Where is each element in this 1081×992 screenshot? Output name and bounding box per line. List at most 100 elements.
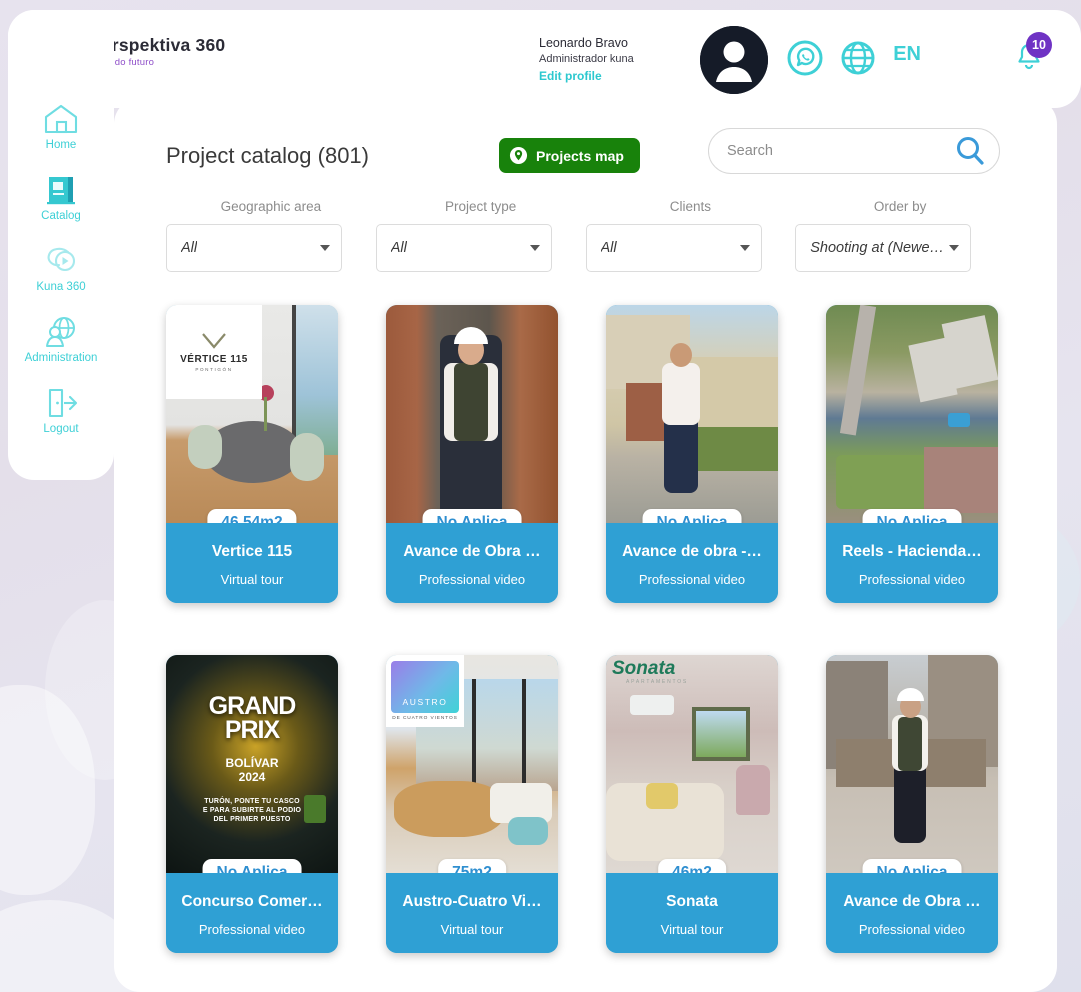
chevron-down-icon: [529, 245, 540, 251]
filter-project-type: Project type All: [375, 199, 586, 272]
card-footer: Reels - Hacienda… Professional video: [826, 523, 998, 603]
sidebar-item-label: Kuna 360: [36, 281, 86, 293]
chevron-down-icon: [949, 245, 960, 251]
project-card[interactable]: GRAND PRIX BOLÍVAR 2024 TURÓN, PONTE TU …: [166, 655, 338, 953]
sidebar-item-administration[interactable]: Administration: [8, 315, 114, 364]
projects-map-label: Projects map: [536, 147, 624, 164]
card-badge: 75m2: [438, 859, 506, 873]
card-thumbnail: VÉRTICE 115 PONTIGÓN 46.54m2: [166, 305, 338, 523]
filter-label: Clients: [669, 199, 711, 214]
card-badge: No Aplica: [202, 859, 302, 873]
search-box[interactable]: [708, 128, 1000, 174]
filter-value: All: [181, 240, 198, 256]
sidebar-item-kuna360[interactable]: Kuna 360: [8, 244, 114, 293]
filter-geographic-area: Geographic area All: [166, 199, 376, 272]
sidebar-item-catalog[interactable]: Catalog: [8, 173, 114, 222]
card-title: Reels - Hacienda…: [842, 543, 982, 560]
project-card[interactable]: AUSTRO DE CUATRO VIENTOS 75m2 Austro-Cua…: [386, 655, 558, 953]
card-footer: Avance de Obra … Professional video: [386, 523, 558, 603]
whatsapp-button[interactable]: [787, 40, 823, 81]
thumbnail-image: [606, 305, 778, 523]
card-subtitle: Virtual tour: [660, 922, 724, 937]
card-title: Avance de obra -…: [622, 543, 762, 560]
search-icon[interactable]: [953, 134, 987, 168]
logout-door-icon: [48, 388, 78, 418]
filter-label: Order by: [873, 199, 927, 214]
card-thumbnail: AUSTRO DE CUATRO VIENTOS 75m2: [386, 655, 558, 873]
filter-select[interactable]: All: [166, 224, 342, 272]
card-footer: Avance de Obra … Professional video: [826, 873, 998, 953]
card-badge: No Aplica: [422, 509, 522, 523]
poster-line-2: PRIX: [224, 715, 280, 744]
project-card[interactable]: No Aplica Avance de obra -… Professional…: [606, 305, 778, 603]
sidebar-item-logout[interactable]: Logout: [8, 386, 114, 435]
project-logo-subtext: APARTAMENTOS: [626, 679, 689, 685]
card-footer: Vertice 115 Virtual tour: [166, 523, 338, 603]
project-card[interactable]: No Aplica Avance de Obra … Professional …: [386, 305, 558, 603]
card-badge: 46m2: [658, 859, 726, 873]
filter-bar: Geographic area All Project type All Cli…: [166, 199, 1005, 272]
sidebar-item-label: Administration: [24, 352, 98, 364]
card-subtitle: Virtual tour: [440, 922, 504, 937]
thumbnail-image: GRAND PRIX BOLÍVAR 2024 TURÓN, PONTE TU …: [166, 655, 338, 873]
filter-clients: Clients All: [585, 199, 796, 272]
app-header: Perspektiva 360 creando futuro Leonardo …: [8, 10, 1081, 108]
card-subtitle: Professional video: [198, 922, 306, 937]
project-logo-text: VÉRTICE 115: [180, 354, 248, 365]
filter-select[interactable]: Shooting at (Newe…: [795, 224, 972, 272]
card-badge: No Aplica: [642, 509, 742, 523]
sidebar-item-label: Home: [45, 139, 77, 151]
card-badge: No Aplica: [862, 859, 962, 873]
project-grid: VÉRTICE 115 PONTIGÓN 46.54m2 Vertice 115…: [166, 305, 1005, 953]
card-footer: Sonata Virtual tour: [606, 873, 778, 953]
card-subtitle: Virtual tour: [220, 572, 284, 587]
edit-profile-link[interactable]: Edit profile: [539, 67, 689, 85]
card-subtitle: Professional video: [418, 572, 526, 587]
poster-sub-1: BOLÍVAR: [225, 756, 279, 770]
book-icon: [47, 177, 75, 205]
avatar[interactable]: [700, 26, 768, 94]
sidebar-item-label: Logout: [43, 423, 79, 435]
thumbnail-image: [826, 655, 998, 873]
card-thumbnail: No Aplica: [386, 305, 558, 523]
home-icon: [44, 104, 78, 134]
play-circle-icon: [47, 247, 76, 272]
project-card[interactable]: No Aplica Avance de Obra … Professional …: [826, 655, 998, 953]
filter-value: All: [390, 240, 407, 256]
sidebar-item-home[interactable]: Home: [8, 102, 114, 151]
card-title: Avance de Obra …: [843, 893, 981, 910]
card-subtitle: Professional video: [858, 922, 966, 937]
project-logo-subtext: DE CUATRO VIENTOS: [392, 716, 458, 721]
user-avatar-icon: [700, 26, 768, 94]
filter-select[interactable]: All: [375, 224, 552, 272]
project-card[interactable]: Sonata APARTAMENTOS 46m2 Sonata Virtual …: [606, 655, 778, 953]
filter-order-by: Order by Shooting at (Newe…: [795, 199, 1005, 272]
thumbnail-image: [386, 305, 558, 523]
project-card[interactable]: VÉRTICE 115 PONTIGÓN 46.54m2 Vertice 115…: [166, 305, 338, 603]
card-thumbnail: Sonata APARTAMENTOS 46m2: [606, 655, 778, 873]
card-badge: No Aplica: [862, 509, 962, 523]
card-badge: 46.54m2: [207, 509, 297, 523]
catalog-panel: Project catalog (801) Projects map Geogr…: [114, 98, 1057, 992]
project-logo-overlay: AUSTRO DE CUATRO VIENTOS: [386, 655, 464, 727]
project-logo-overlay: Sonata APARTAMENTOS: [612, 659, 688, 685]
filter-select[interactable]: All: [585, 224, 762, 272]
project-logo-text: AUSTRO: [402, 697, 448, 707]
card-thumbnail: No Aplica: [826, 305, 998, 523]
card-thumbnail: GRAND PRIX BOLÍVAR 2024 TURÓN, PONTE TU …: [166, 655, 338, 873]
card-title: Concurso Comer…: [181, 893, 323, 910]
sidebar: Home Catalog Kuna 360 Administration Log…: [8, 10, 114, 480]
filter-label: Geographic area: [220, 199, 322, 214]
language-code[interactable]: EN: [893, 43, 921, 66]
projects-map-button[interactable]: Projects map: [499, 138, 640, 173]
project-card[interactable]: No Aplica Reels - Hacienda… Professional…: [826, 305, 998, 603]
project-logo-overlay: VÉRTICE 115 PONTIGÓN: [166, 305, 262, 399]
card-thumbnail: No Aplica: [826, 655, 998, 873]
globe-person-icon: [46, 317, 75, 347]
page-title: Project catalog (801): [166, 142, 369, 168]
language-button[interactable]: [840, 40, 876, 81]
thumbnail-image: [606, 655, 778, 873]
search-input[interactable]: [727, 143, 953, 159]
user-role: Administrador kuna: [539, 52, 634, 65]
user-info: Leonardo Bravo Administrador kuna Edit p…: [539, 35, 689, 85]
